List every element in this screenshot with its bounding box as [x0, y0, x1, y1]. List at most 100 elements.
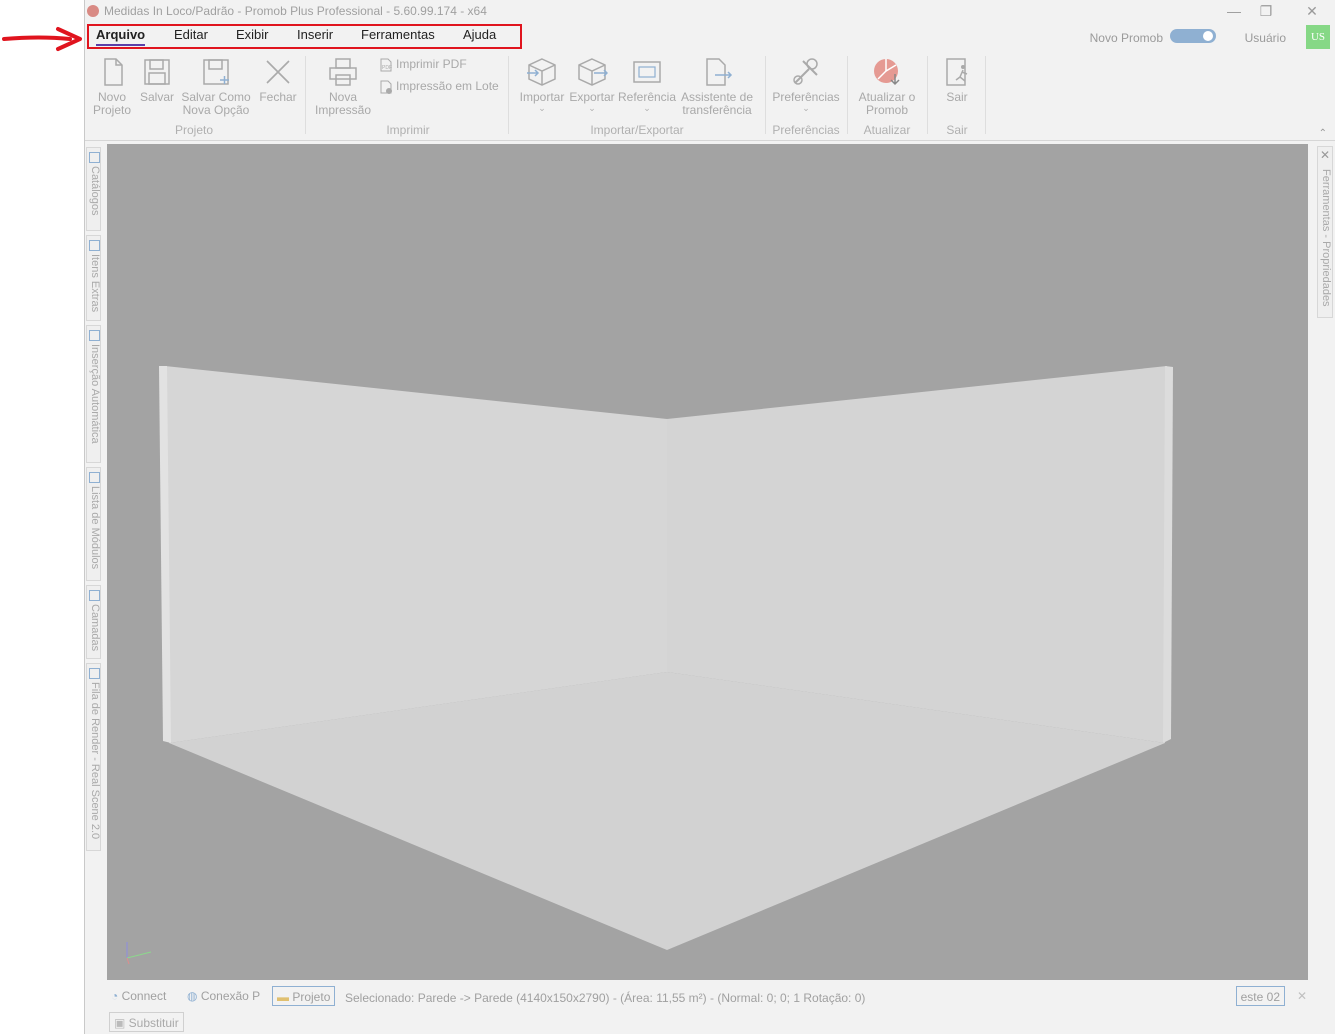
svg-text:PDF: PDF — [382, 65, 392, 71]
reference-image-icon — [633, 61, 661, 83]
ribbon-separator — [985, 56, 986, 134]
connect-button[interactable]: ◔ Connect — [111, 989, 166, 1003]
salvar-label: Salvar — [139, 90, 174, 104]
atualizar-button[interactable]: Atualizar o Promob — [853, 56, 921, 117]
ribbon-separator — [927, 56, 928, 134]
layers-icon — [89, 590, 100, 601]
extras-icon — [89, 240, 100, 251]
window-title: Medidas In Loco/Padrão - Promob Plus Pro… — [104, 4, 487, 18]
ribbon-separator — [847, 56, 848, 134]
conexao-label: Conexão P — [200, 989, 261, 1003]
export-box-icon — [578, 58, 608, 86]
ribbon-separator — [508, 56, 509, 134]
app-window: Medidas In Loco/Padrão - Promob Plus Pro… — [84, 0, 1335, 1034]
tab-ferramentas-label: Ferramentas - Propriedades — [1320, 169, 1332, 307]
tab-insercao-automatica-label: Inserção Automática — [89, 344, 101, 444]
sair-button[interactable]: Sair — [937, 56, 977, 104]
import-box-icon — [527, 58, 556, 86]
title-bar: Medidas In Loco/Padrão - Promob Plus Pro… — [85, 0, 1335, 22]
substituir-label: Substituir — [128, 1016, 179, 1030]
close-panel-icon[interactable]: ✕ — [1320, 148, 1330, 162]
tab-lista-modulos-label: Lista de Módulos — [89, 486, 101, 570]
menu-editar[interactable]: Editar — [174, 27, 208, 47]
restore-button[interactable]: ❐ — [1251, 1, 1281, 21]
collapse-ribbon-icon[interactable]: ⌃ — [1319, 128, 1327, 139]
module-list-icon — [89, 472, 100, 483]
tab-fila-render-label: Fila de Render - Real Scene 2.0 — [89, 682, 101, 840]
chevron-down-icon: ⌄ — [802, 103, 810, 113]
rss-icon: ◔ — [111, 989, 122, 1003]
chevron-down-icon: ⌄ — [588, 103, 596, 113]
assistente-label: Assistente de transferência — [680, 90, 754, 117]
ribbon-separator — [305, 56, 306, 134]
chevron-down-icon: ⌄ — [538, 103, 546, 113]
fechar-label: Fechar — [259, 90, 297, 104]
projeto-label: Projeto — [292, 990, 331, 1004]
preferencias-button[interactable]: Preferências ⌄ — [771, 56, 841, 113]
menu-arquivo[interactable]: Arquivo — [96, 27, 146, 46]
substituir-button[interactable]: ▣ Substituir — [109, 1012, 184, 1032]
novo-projeto-label: Novo Projeto — [92, 90, 132, 117]
menu-exibir[interactable]: Exibir — [236, 27, 269, 47]
tab-camadas-label: Camadas — [89, 604, 101, 652]
connect-label: Connect — [121, 989, 167, 1003]
tab-catalogos[interactable]: Catálogos — [86, 147, 101, 231]
tab-itens-extras[interactable]: Itens Extras — [86, 235, 101, 321]
salvar-button[interactable]: Salvar — [137, 56, 177, 104]
tab-fila-render[interactable]: Fila de Render - Real Scene 2.0 — [86, 663, 101, 851]
nova-impressao-button[interactable]: Nova Impressão — [313, 56, 373, 117]
menu-ferramentas[interactable]: Ferramentas — [361, 27, 435, 47]
exit-icon — [946, 58, 968, 86]
close-window-button[interactable]: ✕ — [1297, 1, 1327, 21]
conexao-button[interactable]: ◍ Conexão P — [187, 989, 260, 1003]
menu-inserir[interactable]: Inserir — [297, 27, 333, 47]
atualizar-label: Atualizar o Promob — [858, 90, 916, 117]
projeto-tab[interactable]: ▬ Projeto — [272, 986, 336, 1006]
minimize-button[interactable]: — — [1219, 1, 1249, 21]
novo-projeto-button[interactable]: Novo Projeto — [91, 56, 133, 117]
menu-bar: Arquivo Editar Exibir Inserir Ferramenta… — [85, 23, 1335, 49]
new-file-icon — [104, 58, 123, 86]
globe-icon: ◍ — [187, 989, 201, 1003]
exportar-button[interactable]: Exportar ⌄ — [567, 56, 617, 113]
menu-ajuda[interactable]: Ajuda — [463, 27, 496, 47]
tab-ferramentas-propriedades[interactable]: ✕ Ferramentas - Propriedades — [1317, 146, 1333, 318]
tab-insercao-automatica[interactable]: Inserção Automática — [86, 325, 101, 463]
referencia-button[interactable]: Referência ⌄ — [617, 56, 677, 113]
avatar[interactable]: US — [1306, 25, 1330, 49]
status-bar: ◔ Connect ◍ Conexão P ▬ Projeto Selecion… — [107, 984, 1335, 1010]
assistente-button[interactable]: Assistente de transferência — [677, 56, 757, 117]
impressao-lote-button[interactable]: Impressão em Lote — [379, 79, 499, 94]
tab-lista-modulos[interactable]: Lista de Módulos — [86, 467, 101, 581]
group-projeto-label: Projeto — [174, 123, 214, 137]
replace-icon: ▣ — [114, 1016, 129, 1030]
sair-label: Sair — [946, 90, 968, 104]
auto-insert-icon — [89, 330, 100, 341]
imprimir-pdf-button[interactable]: PDF Imprimir PDF — [379, 57, 467, 72]
selection-status: Selecionado: Parede -> Parede (4140x150x… — [345, 991, 866, 1005]
3d-viewport[interactable] — [107, 144, 1308, 980]
save-as-icon — [203, 59, 229, 85]
user-label: Usuário — [1244, 31, 1286, 45]
pdf-icon: PDF — [380, 58, 392, 72]
document-tab[interactable]: este 02 — [1235, 986, 1285, 1006]
group-imprimir-label: Imprimir — [386, 123, 430, 137]
tab-itens-extras-label: Itens Extras — [89, 254, 101, 313]
group-preferencias-label: Preferências — [772, 123, 840, 137]
fechar-button[interactable]: Fechar — [257, 56, 299, 104]
importar-button[interactable]: Importar ⌄ — [516, 56, 568, 113]
impressao-lote-label: Impressão em Lote — [396, 79, 499, 93]
close-tab-icon[interactable]: ✕ — [1297, 989, 1307, 1003]
ribbon-separator — [765, 56, 766, 134]
tab-catalogos-label: Catálogos — [89, 166, 101, 216]
salvar-como-button[interactable]: Salvar Como Nova Opção — [179, 56, 253, 117]
novo-promob-toggle[interactable] — [1170, 29, 1216, 43]
scene-render — [126, 366, 1173, 965]
render-queue-icon — [89, 668, 100, 679]
tab-camadas[interactable]: Camadas — [86, 585, 101, 659]
toggle-knob — [1203, 31, 1213, 41]
batch-print-icon — [380, 80, 392, 94]
close-project-icon — [266, 60, 290, 84]
app-logo-icon — [87, 5, 99, 17]
folder-icon: ▬ — [277, 990, 293, 1004]
